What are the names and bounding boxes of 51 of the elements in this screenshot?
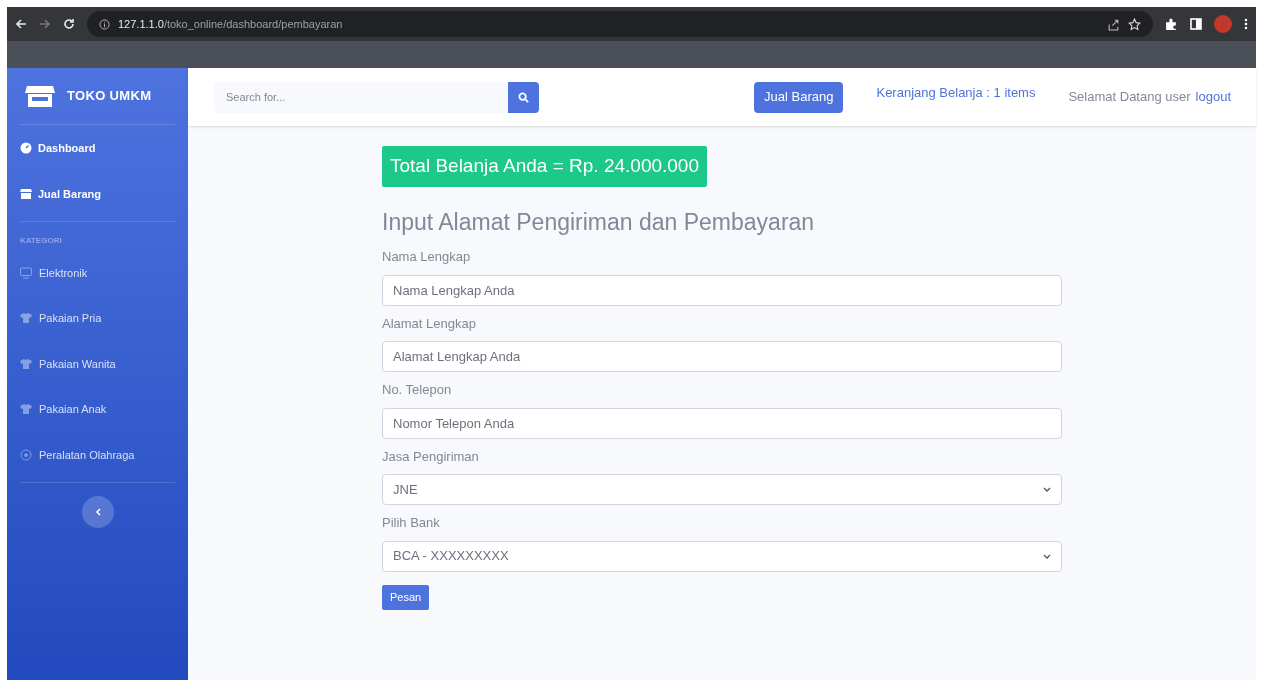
url-text: 127.1.1.0/toko_online/dashboard/pembayaran [118,16,343,32]
info-icon [99,18,110,30]
field-label: No. Telepon [382,381,452,399]
back-icon[interactable] [15,18,27,30]
logout-link[interactable]: logout [1195,87,1231,107]
sidebar-item[interactable]: Dashboard [20,125,175,171]
store-icon [20,188,32,200]
sidebar-item[interactable]: Peralatan Olahraga [20,432,175,478]
total-banner: Total Belanja Anda = Rp. 24.000.000 [382,146,707,187]
shirt-icon [20,403,32,416]
field-label: Nama Lengkap [382,248,471,266]
shirt-icon [20,312,32,325]
sidebar-item[interactable]: Pakaian Anak [20,386,175,432]
sell-button[interactable]: Jual Barang [754,81,844,113]
forward-icon[interactable] [39,18,51,30]
sidepanel-icon[interactable] [1190,18,1202,30]
greeting-text: Selamat Datang user [1068,88,1191,107]
input-field[interactable]: Nomor Telepon Anda [382,407,1062,439]
star-icon[interactable] [1128,17,1141,31]
ball-icon [20,448,32,461]
input-field[interactable]: Alamat Lengkap Anda [382,341,1062,372]
brand-name[interactable]: TOKO UMKM [67,86,152,106]
input-field[interactable]: Nama Lengkap Anda [382,274,1062,306]
search-icon [518,91,529,103]
gauge-icon [20,142,32,154]
menu-icon[interactable] [1244,18,1248,30]
form-heading: Input Alamat Pengiriman dan Pembayaran [382,207,815,237]
cart-link[interactable]: Keranjang Belanja : 1 items [876,83,1036,103]
sidebar-item[interactable]: Jual Barang [20,171,175,217]
sidebar-item[interactable]: Elektronik [20,250,175,296]
chevron-down-icon [1043,553,1051,559]
monitor-icon [20,266,32,279]
reload-icon[interactable] [63,18,75,30]
section-heading: KATEGORI [20,235,62,247]
chevron-down-icon [1043,487,1051,492]
shirt-icon [20,357,32,370]
select-field[interactable]: BCA - XXXXXXXXX [382,540,1062,572]
field-label: Alamat Lengkap [382,314,476,333]
field-label: Pilih Bank [382,514,440,532]
search-button[interactable] [508,81,539,113]
share-icon[interactable] [1107,17,1120,31]
submit-button[interactable]: Pesan [382,584,430,610]
puzzle-icon[interactable] [1165,17,1178,31]
select-field[interactable]: JNE [382,474,1062,505]
chevron-left-icon [94,507,101,516]
sidebar-item[interactable]: Pakaian Pria [20,295,175,341]
search-field[interactable]: Search for... [214,81,508,113]
sidebar-item[interactable]: Pakaian Wanita [20,341,175,387]
store-icon [25,84,55,108]
address-bar[interactable]: 127.1.1.0/toko_online/dashboard/pembayaran [87,11,1153,37]
field-label: Jasa Pengiriman [382,447,479,466]
